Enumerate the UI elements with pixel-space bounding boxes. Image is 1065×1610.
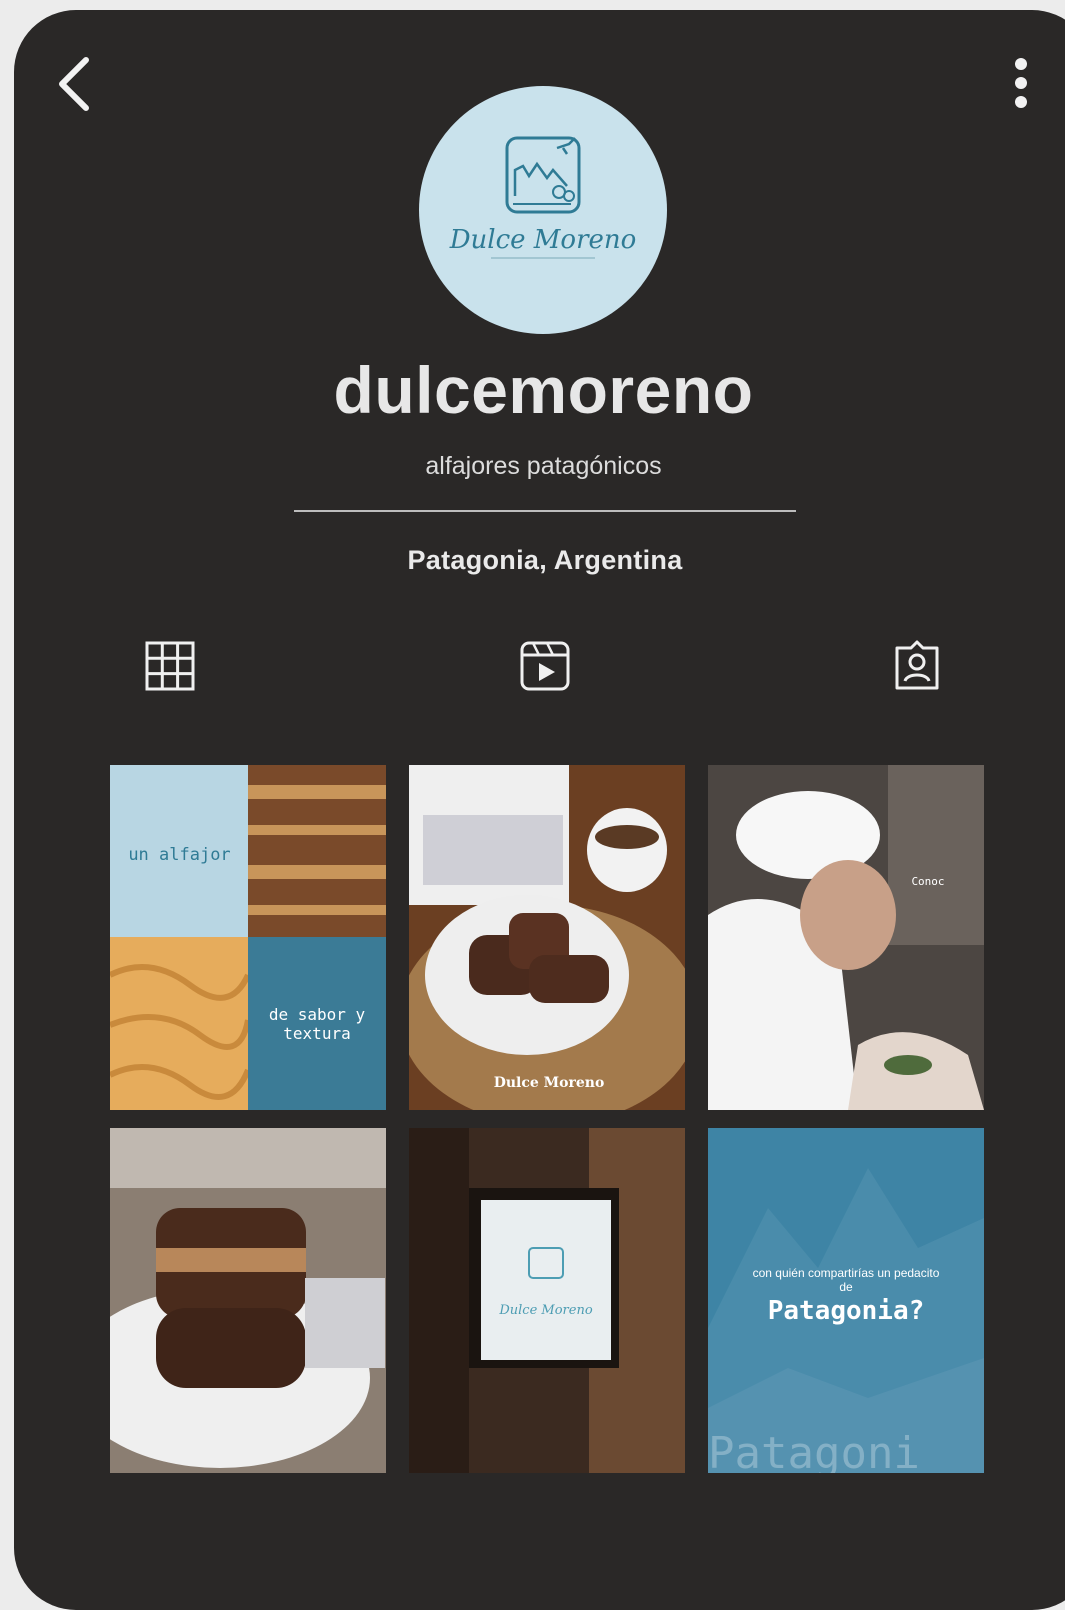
post-caption: Dulce Moreno [493, 1075, 605, 1091]
post-caption: Conoc [911, 875, 945, 888]
profile-bio: alfajores patagónicos [425, 452, 662, 480]
reels-icon [520, 641, 570, 691]
post-tile[interactable]: con quién compartirías un pedacito de Pa… [708, 1128, 984, 1473]
tab-grid[interactable] [142, 638, 198, 694]
chevron-left-icon [59, 57, 89, 111]
post-image [110, 765, 386, 1110]
post-tile[interactable] [110, 1128, 386, 1473]
post-text: un alfajor [128, 845, 231, 865]
profile-location: Patagonia, Argentina [407, 545, 683, 575]
post-image [708, 765, 984, 1110]
avatar[interactable]: Dulce Moreno [419, 86, 667, 334]
post-tile[interactable]: Dulce Moreno [409, 765, 685, 1110]
brand-logo: Dulce Moreno [449, 136, 637, 259]
post-image [110, 1128, 386, 1473]
post-tile[interactable]: Dulce Moreno [409, 1128, 685, 1473]
post-title: Patagonia? [767, 1296, 925, 1326]
post-tile[interactable]: un alfajor de sabor y textura [110, 765, 386, 1110]
tagged-icon [895, 640, 939, 690]
tab-tagged[interactable] [889, 638, 945, 694]
grid-icon [145, 641, 195, 691]
post-text: de sabor y textura [268, 1005, 366, 1043]
tab-reels[interactable] [517, 638, 573, 694]
more-options-button[interactable] [1004, 56, 1038, 116]
vertical-dots-icon [1015, 58, 1027, 108]
post-image [409, 765, 685, 1110]
post-image [409, 1128, 685, 1473]
post-text: con quién compartirías un pedacito de [752, 1266, 940, 1294]
back-button[interactable] [54, 56, 94, 112]
divider [294, 510, 796, 512]
svg-text:Dulce Moreno: Dulce Moreno [449, 225, 637, 255]
sign-text: Dulce Moreno [499, 1303, 593, 1318]
profile-username: dulcemoreno [333, 353, 754, 427]
post-tile[interactable]: Conoc [708, 765, 984, 1110]
post-watermark: Patagoni [708, 1428, 920, 1473]
